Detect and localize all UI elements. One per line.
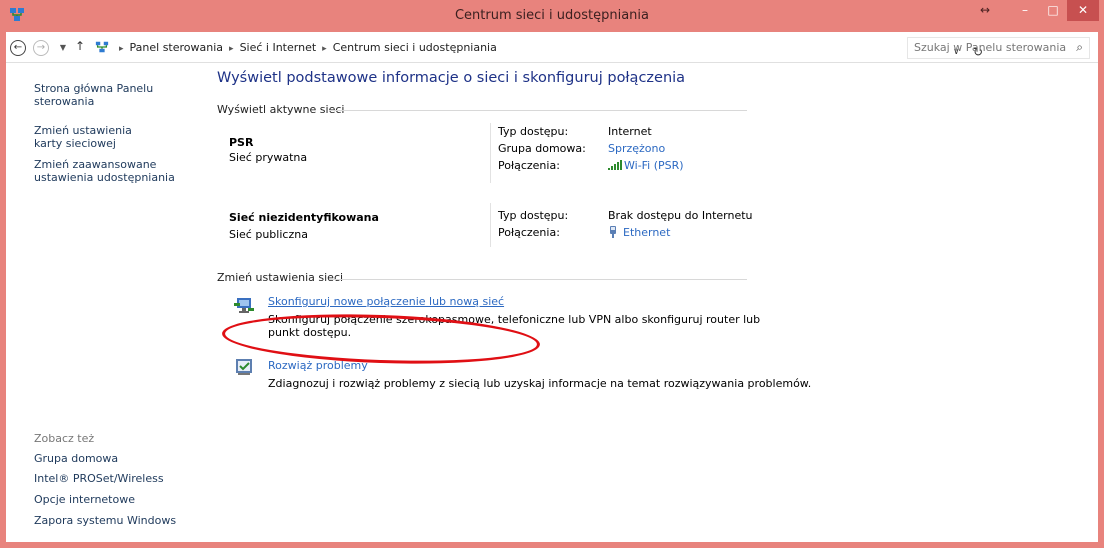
wifi-connection-link[interactable]: Wi-Fi (PSR): [624, 159, 684, 172]
breadcrumb-separator[interactable]: ▸: [229, 44, 234, 54]
network-type: Sieć publiczna: [229, 228, 308, 241]
page-title: Wyświetl podstawowe informacje o sieci i…: [217, 70, 686, 86]
setup-new-connection-link[interactable]: Skonfiguruj nowe połączenie lub nową sie…: [268, 295, 504, 308]
sidebar-link-intel-proset[interactable]: Intel® PROSet/Wireless: [34, 472, 164, 485]
see-also-heading: Zobacz też: [34, 432, 95, 445]
breadcrumb-control-panel[interactable]: Panel sterowania: [130, 41, 224, 54]
network-type: Sieć prywatna: [229, 151, 308, 164]
breadcrumb-network-internet[interactable]: Sieć i Internet: [240, 41, 317, 54]
troubleshoot-icon: [236, 359, 252, 375]
explorer-window: ← → ▼ ↑ ▸ Panel sterowania ▸ Sieć i Interne…: [6, 32, 1098, 542]
new-connection-icon: [234, 298, 254, 313]
section-divider: [330, 279, 747, 280]
network-name: Sieć niezidentyfikowana: [229, 211, 379, 224]
homegroup-link[interactable]: Sprzężono: [608, 142, 665, 155]
change-settings-label: Zmień ustawienia sieci: [217, 271, 344, 284]
sidebar-link-homegroup[interactable]: Grupa domowa: [34, 452, 118, 465]
up-button[interactable]: ↑: [71, 38, 89, 56]
homegroup-label: Grupa domowa:: [498, 142, 586, 155]
access-type-label: Typ dostępu:: [498, 125, 569, 138]
wifi-connection[interactable]: Wi-Fi (PSR): [608, 159, 684, 172]
ethernet-connection-link[interactable]: Ethernet: [623, 226, 670, 239]
connections-label: Połączenia:: [498, 226, 560, 239]
restore-icon[interactable]: ↔: [972, 0, 998, 21]
column-divider: [490, 123, 491, 183]
breadcrumb-separator[interactable]: ▸: [322, 44, 327, 54]
breadcrumb-separator[interactable]: ▸: [119, 44, 124, 54]
search-icon[interactable]: ⌕: [1076, 40, 1083, 55]
ethernet-icon: [610, 226, 616, 238]
window-title: Centrum sieci i udostępniania: [454, 8, 649, 23]
sidebar-link-advanced-sharing[interactable]: Zmień zaawansowane ustawienia udostępnia…: [34, 158, 184, 184]
minimize-button[interactable]: –: [1012, 0, 1038, 21]
section-divider: [329, 110, 747, 111]
access-type-label: Typ dostępu:: [498, 209, 569, 222]
breadcrumb-network-center[interactable]: Centrum sieci i udostępniania: [333, 41, 497, 54]
address-bar[interactable]: ▸ Panel sterowania ▸ Sieć i Internet ▸ Centru…: [92, 37, 983, 59]
main-content: Wyświetl podstawowe informacje o sieci i…: [196, 63, 1098, 542]
recent-locations-button[interactable]: ▼: [54, 40, 72, 58]
back-button[interactable]: ←: [10, 40, 26, 56]
troubleshoot-description: Zdiagnozuj i rozwiąż problemy z siecią l…: [268, 377, 812, 390]
ethernet-connection[interactable]: Ethernet: [608, 226, 670, 239]
close-button[interactable]: ✕: [1067, 0, 1099, 21]
column-divider: [490, 203, 491, 247]
sidebar-link-internet-options[interactable]: Opcje internetowe: [34, 493, 135, 506]
active-networks-label: Wyświetl aktywne sieci: [217, 103, 345, 116]
sidebar-link-control-panel-home[interactable]: Strona główna Panelu sterowania: [34, 82, 154, 108]
forward-button[interactable]: →: [33, 40, 49, 56]
network-name: PSR: [229, 136, 254, 149]
search-placeholder: Szukaj w Panelu sterowania: [914, 41, 1067, 54]
search-input[interactable]: Szukaj w Panelu sterowania ⌕: [907, 37, 1090, 59]
wifi-signal-icon: [608, 160, 622, 170]
sidebar-link-adapter-settings[interactable]: Zmień ustawienia karty sieciowej: [34, 124, 159, 150]
control-panel-icon: [95, 41, 109, 53]
sidebar-link-windows-firewall[interactable]: Zapora systemu Windows: [34, 514, 176, 527]
connections-label: Połączenia:: [498, 159, 560, 172]
access-type-value: Brak dostępu do Internetu: [608, 209, 753, 222]
maximize-button[interactable]: □: [1040, 0, 1066, 21]
sidebar: Strona główna Panelu sterowania Zmień us…: [6, 63, 196, 542]
breadcrumb: ▸ Panel sterowania ▸ Sieć i Internet ▸ Centru…: [113, 41, 497, 54]
title-bar: Centrum sieci i udostępniania ↔ – □ ✕: [0, 0, 1104, 32]
access-type-value: Internet: [608, 125, 652, 138]
address-row: ← → ▼ ↑ ▸ Panel sterowania ▸ Sieć i Interne…: [6, 32, 1098, 63]
